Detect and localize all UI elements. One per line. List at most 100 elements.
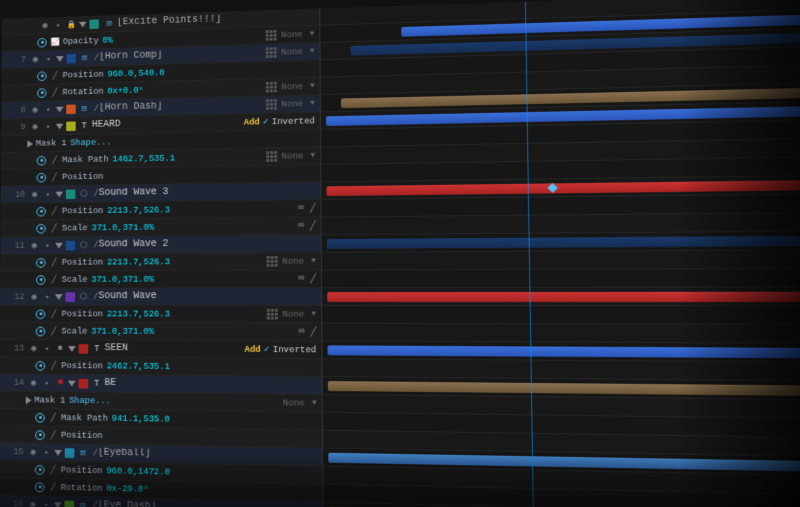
layer-name[interactable]: [Horn Comp]: [99, 50, 162, 62]
property-label: Mask Path: [62, 154, 108, 164]
layer-name[interactable]: Sound Wave 2: [99, 239, 169, 250]
property-label: Mask 1: [36, 138, 67, 148]
expand-icon[interactable]: [27, 140, 33, 148]
expand-icon[interactable]: [56, 56, 64, 62]
property-label: Position: [61, 430, 103, 440]
property-value[interactable]: 2213.7,526.3: [107, 309, 170, 319]
timeline-row: [322, 250, 800, 271]
graph-icon: ╱: [49, 87, 60, 99]
graph-icon: ╱: [49, 70, 60, 82]
layer-name[interactable]: [Horn Dash]: [99, 102, 163, 114]
solo-icon[interactable]: ✦: [42, 188, 53, 199]
solo-icon[interactable]: ✦: [43, 53, 54, 65]
comp-icon: ⊡: [104, 17, 115, 29]
solo-icon[interactable]: ✦: [43, 104, 54, 116]
timeline-wrapper: ◉ ✦ 🔒 ⊡ [Excite Points!!!] 📈 Opacity 0%: [0, 0, 800, 507]
stopwatch-icon[interactable]: [37, 172, 46, 182]
property-value: Shape...: [70, 137, 111, 147]
property-value[interactable]: 960.0,540.0: [107, 68, 164, 79]
none-label: None: [282, 256, 304, 266]
property-value[interactable]: 1462.7,535.1: [112, 153, 175, 164]
property-value[interactable]: 2213.7,526.3: [107, 205, 170, 215]
visibility-icon[interactable]: ◉: [29, 104, 40, 115]
property-value[interactable]: 0x+0.0°: [107, 85, 143, 95]
property-label: Position: [62, 172, 103, 182]
graph-icon: ╱: [49, 154, 60, 166]
property-value[interactable]: 2213.7,526.3: [107, 257, 170, 267]
stopwatch-icon[interactable]: [36, 223, 46, 233]
table-row: ╱ Position 2213.7,526.3 None ▼: [0, 306, 321, 324]
expand-icon[interactable]: [55, 242, 63, 248]
stopwatch-icon[interactable]: [37, 37, 46, 47]
visibility-icon[interactable]: ◉: [30, 53, 41, 65]
shape-icon: ⬡: [78, 239, 90, 251]
lock-icon[interactable]: 🔒: [66, 19, 77, 31]
stopwatch-icon[interactable]: [37, 88, 46, 98]
property-label: Position: [62, 309, 104, 319]
property-label: Position: [62, 257, 103, 267]
timeline-row: [322, 268, 800, 288]
stopwatch-icon[interactable]: [37, 155, 46, 165]
infinity-icon: ∞: [298, 221, 304, 232]
layer-num: 7: [9, 55, 26, 65]
stopwatch-icon[interactable]: [37, 71, 46, 81]
property-label: Scale: [62, 223, 88, 233]
layer-num: 9: [9, 122, 26, 132]
visibility-icon[interactable]: ◉: [29, 121, 40, 132]
layer-color: [66, 104, 76, 114]
layer-num: 12: [8, 292, 25, 302]
infinity-icon: ∞: [298, 274, 304, 285]
layer-color: [66, 189, 76, 199]
layer-name[interactable]: BE: [105, 378, 117, 389]
property-label: Position: [62, 206, 103, 216]
property-value[interactable]: 371.0,371.0%: [92, 223, 155, 233]
graph-icon: ╱: [49, 222, 60, 233]
property-value[interactable]: 371.0,371.0%: [91, 274, 154, 284]
layer-name[interactable]: Sound Wave 3: [99, 187, 169, 198]
property-label: Rotation: [63, 86, 104, 96]
property-label: Scale: [61, 326, 87, 336]
layer-name[interactable]: HEARD: [92, 120, 121, 131]
property-value[interactable]: 0%: [102, 35, 112, 45]
expand-icon[interactable]: [56, 123, 64, 129]
graph-icon: ╱: [49, 205, 60, 216]
layer-num: 8: [9, 105, 26, 115]
expand-icon[interactable]: [56, 106, 64, 112]
layer-color: [89, 19, 99, 29]
solo-icon[interactable]: ✦: [43, 121, 54, 133]
graph-icon: ╱: [49, 171, 60, 182]
timeline-bar[interactable]: [327, 292, 800, 302]
shape-icon: ⬡: [78, 188, 90, 200]
layer-name[interactable]: Sound Wave: [98, 291, 156, 302]
visibility-icon[interactable]: ◉: [39, 20, 50, 32]
stopwatch-icon[interactable]: [36, 258, 46, 268]
table-row: ╱ Position 2213.7,526.3 None ▼: [0, 253, 321, 272]
property-value[interactable]: 371.0,371.0%: [91, 326, 154, 336]
table-row: 11 ◉ ✦ ⬡ / Sound Wave 2: [0, 235, 321, 254]
layer-num: [19, 26, 36, 27]
stopwatch-icon[interactable]: [36, 206, 46, 216]
solo-icon[interactable]: ✦: [42, 240, 53, 251]
table-row: ╱ Scale 371.0,371.0% ∞ ╱: [0, 271, 321, 289]
layer-name[interactable]: SEEN: [105, 343, 128, 354]
layer-num: 10: [8, 190, 25, 200]
layer-num: 11: [8, 241, 25, 251]
timeline-panel: [320, 0, 800, 507]
property-label: Position: [61, 361, 103, 371]
property-label: Opacity: [63, 36, 99, 46]
property-label: Mask Path: [61, 413, 108, 423]
property-label: Scale: [62, 275, 88, 285]
expand-icon[interactable]: [55, 191, 63, 197]
layer-color: [66, 53, 76, 63]
layer-num: 14: [7, 378, 24, 388]
property-value[interactable]: 2462.7,535.1: [107, 361, 170, 371]
layer-num: 13: [7, 343, 24, 353]
timeline-bar[interactable]: [327, 235, 800, 249]
graph-icon: 📈: [50, 36, 61, 48]
visibility-icon[interactable]: ◉: [29, 240, 40, 251]
expand-icon[interactable]: [79, 21, 87, 27]
visibility-icon[interactable]: ◉: [29, 189, 40, 200]
solo-icon[interactable]: ✦: [52, 19, 63, 31]
layer-color: [66, 121, 76, 131]
stopwatch-icon[interactable]: [36, 275, 46, 285]
